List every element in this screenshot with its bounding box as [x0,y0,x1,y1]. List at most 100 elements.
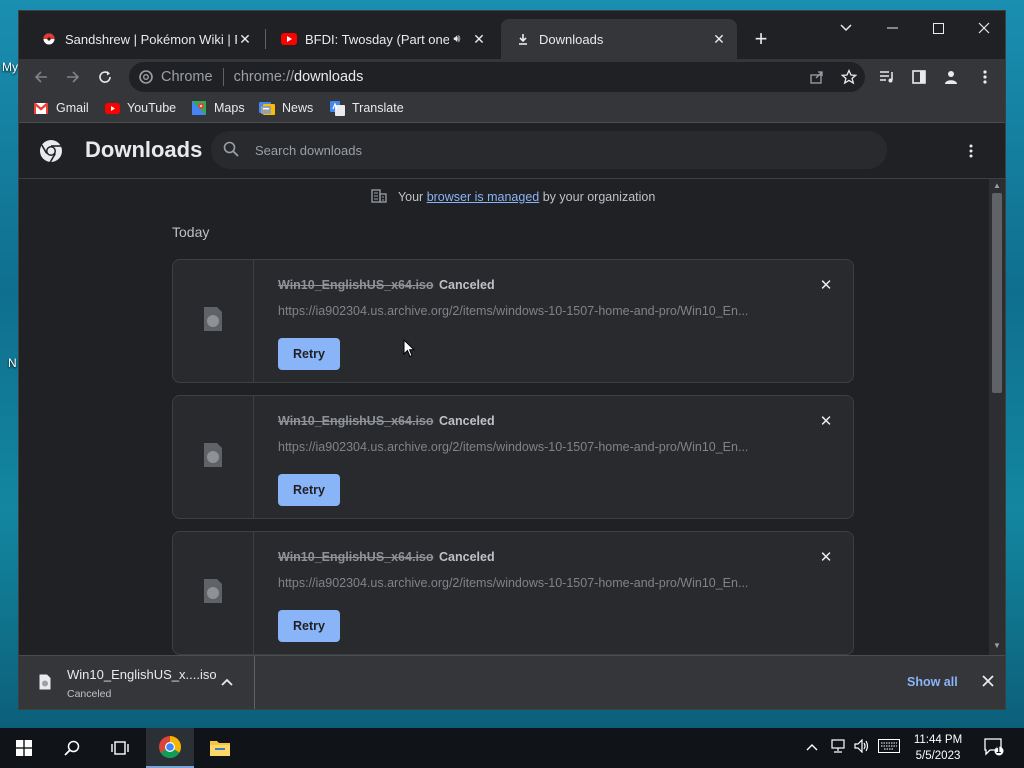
desktop-icon-label[interactable]: N [8,356,17,370]
remove-download-icon[interactable]: ✕ [817,276,835,294]
scrollbar-thumb[interactable] [992,193,1002,393]
maps-icon [191,100,207,116]
bookmark-youtube[interactable]: YouTube [104,100,176,116]
tab-downloads[interactable]: Downloads ✕ [501,19,737,59]
more-menu-icon[interactable] [971,63,999,91]
page-more-menu-icon[interactable] [959,139,983,163]
chevron-up-icon[interactable] [221,674,233,689]
windows-start-icon[interactable] [0,728,48,768]
close-tab-icon[interactable]: ✕ [711,31,727,47]
address-divider [222,68,224,86]
speaker-icon[interactable]: 🔊︎ [449,31,465,47]
keyboard-icon[interactable] [878,739,900,756]
chrome-taskbar-icon[interactable] [146,728,194,768]
translate-icon [329,100,345,116]
new-tab-button[interactable]: + [747,25,775,53]
tab-sandshrew[interactable]: Sandshrew | Pokémon Wiki | Fan ✕ [27,19,263,59]
bookmark-label: Translate [352,101,404,115]
retry-button[interactable]: Retry [278,338,340,370]
file-icon [39,674,51,695]
managed-notice: Your browser is managed by your organiza… [19,189,1005,206]
bookmark-news[interactable]: News [259,100,313,116]
page-header: Downloads Search downloads [19,123,1005,179]
maximize-button[interactable] [915,13,961,43]
page-scrollbar[interactable]: ▲ ▼ [989,179,1005,655]
chevron-up-icon[interactable] [806,739,818,754]
task-view-icon[interactable] [96,728,144,768]
youtube-icon [104,100,120,116]
bookmark-label: Gmail [56,101,89,115]
bookmark-star-icon[interactable] [835,63,863,91]
bookmark-label: News [282,101,314,115]
file-icon [203,442,223,473]
system-clock[interactable]: 11:44 PM 5/5/2023 [898,732,978,764]
download-url[interactable]: https://ia902304.us.archive.org/2/items/… [278,440,778,454]
download-filename[interactable]: Win10_EnglishUS_x64.iso [278,278,434,292]
bookmark-label: Maps [214,101,245,115]
file-explorer-icon[interactable] [196,728,244,768]
news-icon [259,100,275,116]
volume-icon[interactable] [854,738,870,756]
profile-avatar-icon[interactable] [937,63,965,91]
download-shelf: Win10_EnglishUS_x....iso Canceled Show a… [19,655,1005,709]
download-icon [515,31,531,47]
close-shelf-icon[interactable] [979,672,997,690]
scroll-down-arrow-icon[interactable]: ▼ [992,641,1002,651]
media-control-icon[interactable] [873,63,901,91]
search-icon[interactable] [48,728,96,768]
tab-bfdi[interactable]: BFDI: Twosday (Part one of T 🔊︎ ✕ [267,19,497,59]
close-tab-icon[interactable]: ✕ [471,31,487,47]
mouse-cursor-icon [403,338,416,363]
managed-prefix: Your [397,189,424,204]
address-bar[interactable]: Chrome chrome:// downloads [129,62,865,92]
notification-center-icon[interactable]: 1 [984,738,1004,759]
retry-button[interactable]: Retry [278,474,340,506]
retry-button[interactable]: Retry [278,610,340,642]
managed-suffix: by your organization [542,189,656,204]
shelf-status: Canceled [67,688,112,700]
search-icon [223,141,239,160]
close-window-button[interactable] [961,13,1005,43]
file-icon [203,578,223,609]
managed-link[interactable]: browser is managed [427,190,540,204]
chrome-logo-icon [39,139,63,168]
tab-title: Sandshrew | Pokémon Wiki | Fan [65,31,237,47]
shelf-download-item[interactable]: Win10_EnglishUS_x....iso Canceled [19,656,255,709]
download-filename[interactable]: Win10_EnglishUS_x64.iso [278,414,434,428]
toolbar: Chrome chrome:// downloads [19,59,1005,95]
youtube-icon [281,31,297,47]
minimize-button[interactable] [869,13,915,43]
shelf-filename: Win10_EnglishUS_x....iso [67,667,217,682]
scroll-up-arrow-icon[interactable]: ▲ [992,181,1002,191]
remove-download-icon[interactable]: ✕ [817,412,835,430]
bookmark-maps[interactable]: Maps [191,100,245,116]
side-panel-icon[interactable] [905,63,933,91]
desktop-icon-label[interactable]: My [2,60,18,74]
download-filename[interactable]: Win10_EnglishUS_x64.iso [278,550,434,564]
search-placeholder: Search downloads [255,142,362,158]
download-status: Canceled [439,550,495,564]
download-url[interactable]: https://ia902304.us.archive.org/2/items/… [278,576,778,590]
search-downloads-input[interactable]: Search downloads [211,131,887,169]
clock-date: 5/5/2023 [915,750,961,762]
close-tab-icon[interactable]: ✕ [237,31,253,47]
remove-download-icon[interactable]: ✕ [817,548,835,566]
chrome-logo-icon [139,70,153,84]
back-button[interactable] [27,63,55,91]
network-icon[interactable] [830,739,846,756]
building-icon [371,189,387,206]
taskbar: 11:44 PM 5/5/2023 1 [0,728,1024,768]
forward-button[interactable] [59,63,87,91]
bookmark-gmail[interactable]: Gmail [33,100,89,116]
bookmark-translate[interactable]: Translate [329,100,404,116]
tab-search-chevron-icon[interactable] [823,13,869,43]
share-icon[interactable] [803,63,831,91]
download-item: Win10_EnglishUS_x64.iso Canceled https:/… [172,259,854,383]
bookmark-label: YouTube [127,101,177,115]
reload-button[interactable] [91,63,119,91]
tab-divider [265,29,266,49]
show-all-button[interactable]: Show all [907,675,958,689]
download-url[interactable]: https://ia902304.us.archive.org/2/items/… [278,304,778,318]
site-chip: Chrome [161,69,213,85]
tab-title: BFDI: Twosday (Part one of T [305,31,449,47]
